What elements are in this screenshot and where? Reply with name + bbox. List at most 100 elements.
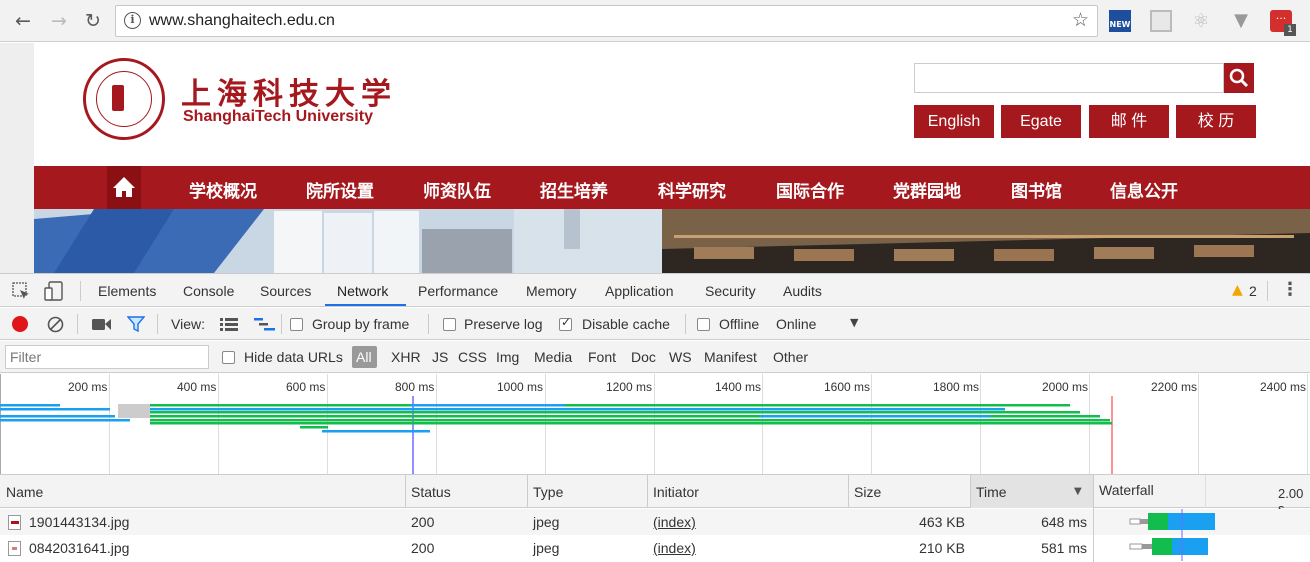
english-button[interactable]: English	[914, 105, 994, 138]
tab-security[interactable]: Security	[705, 283, 756, 299]
calendar-button[interactable]: 校 历	[1176, 105, 1256, 138]
more-menu-icon[interactable]: ⋮	[1281, 279, 1299, 300]
offline-label[interactable]: Offline	[719, 316, 759, 332]
sort-descending-icon[interactable]: ▼	[1074, 486, 1082, 497]
forward-arrow-icon[interactable]: →	[46, 9, 72, 33]
filter-type-font[interactable]: Font	[588, 349, 616, 365]
column-header-time[interactable]: Time	[976, 484, 1007, 500]
device-toolbar-icon[interactable]	[44, 281, 64, 301]
request-initiator-link[interactable]: (index)	[653, 540, 696, 556]
hide-data-urls-label[interactable]: Hide data URLs	[244, 349, 343, 365]
tab-sources[interactable]: Sources	[260, 283, 311, 299]
filter-funnel-icon[interactable]	[127, 316, 145, 333]
nav-admissions[interactable]: 招生培养	[540, 177, 608, 202]
record-icon[interactable]	[12, 316, 28, 332]
clear-icon[interactable]	[47, 316, 64, 333]
chat-extension-icon[interactable]: ··· 1	[1270, 10, 1296, 36]
tab-audits[interactable]: Audits	[783, 283, 822, 299]
nav-party[interactable]: 党群园地	[893, 177, 961, 202]
waterfall-bar[interactable]	[1094, 535, 1310, 561]
request-name[interactable]: 0842031641.jpg	[29, 540, 129, 556]
tab-performance[interactable]: Performance	[418, 283, 498, 299]
mail-button[interactable]: 邮 件	[1089, 105, 1169, 138]
nav-about[interactable]: 学校概况	[189, 177, 257, 202]
filter-type-all[interactable]: All	[352, 346, 377, 368]
column-divider[interactable]	[848, 475, 849, 508]
filter-type-other[interactable]: Other	[773, 349, 808, 365]
throttle-select[interactable]: Online	[776, 316, 816, 332]
filter-type-ws[interactable]: WS	[669, 349, 692, 365]
nav-faculty[interactable]: 师资队伍	[423, 177, 491, 202]
tablet-extension-icon[interactable]	[1150, 10, 1172, 32]
tab-elements[interactable]: Elements	[98, 283, 156, 299]
hide-data-urls-checkbox[interactable]	[222, 351, 235, 364]
nav-schools[interactable]: 院所设置	[306, 177, 374, 202]
tab-console[interactable]: Console	[183, 283, 234, 299]
search-icon	[1229, 68, 1249, 88]
egate-button[interactable]: Egate	[1001, 105, 1081, 138]
disable-cache-checkbox[interactable]	[559, 315, 572, 331]
warning-count[interactable]: 2	[1249, 283, 1257, 299]
info-icon[interactable]: i	[124, 12, 141, 29]
hero-banner-image[interactable]	[34, 209, 1310, 273]
university-name-cn[interactable]: 上海科技大学	[181, 69, 397, 113]
waterfall-overview-icon[interactable]	[254, 318, 276, 332]
preserve-log-label[interactable]: Preserve log	[464, 316, 543, 332]
tab-application[interactable]: Application	[605, 283, 674, 299]
site-search-button[interactable]	[1224, 63, 1254, 93]
chevron-down-icon[interactable]: ▼	[850, 316, 858, 329]
image-file-icon	[8, 515, 21, 530]
group-by-frame-checkbox[interactable]	[290, 318, 303, 331]
column-header-status[interactable]: Status	[411, 484, 451, 500]
request-name[interactable]: 1901443134.jpg	[29, 514, 129, 530]
university-name-en[interactable]: ShanghaiTech University	[183, 108, 373, 126]
column-header-waterfall[interactable]: Waterfall	[1099, 482, 1154, 498]
site-search-input[interactable]	[914, 63, 1224, 93]
column-header-name[interactable]: Name	[6, 484, 43, 500]
column-divider[interactable]	[527, 475, 528, 508]
back-arrow-icon[interactable]: ←	[10, 9, 36, 33]
screenshot-camera-icon[interactable]	[92, 318, 112, 331]
vue-extension-icon[interactable]: ▼	[1230, 10, 1252, 32]
university-seal-logo[interactable]	[83, 58, 165, 140]
home-button[interactable]	[107, 166, 141, 209]
column-header-initiator[interactable]: Initiator	[653, 484, 699, 500]
disable-cache-label[interactable]: Disable cache	[582, 316, 670, 332]
column-divider[interactable]	[647, 475, 648, 508]
bookmark-star-icon[interactable]: ☆	[1072, 9, 1089, 31]
request-initiator-link[interactable]: (index)	[653, 514, 696, 530]
filter-type-doc[interactable]: Doc	[631, 349, 656, 365]
filter-type-js[interactable]: JS	[432, 349, 448, 365]
filter-type-manifest[interactable]: Manifest	[704, 349, 757, 365]
nav-research[interactable]: 科学研究	[658, 177, 726, 202]
table-row[interactable]: 1901443134.jpg 200 jpeg (index) 463 KB 6…	[0, 509, 1310, 535]
react-extension-icon[interactable]: ⚛	[1190, 10, 1212, 32]
address-bar[interactable]: i www.shanghaitech.edu.cn ☆	[115, 5, 1098, 37]
reload-icon[interactable]: ↻	[80, 9, 106, 33]
inspect-element-icon[interactable]	[12, 282, 30, 300]
warning-icon[interactable]: ▲	[1232, 282, 1243, 298]
waterfall-bar[interactable]	[1094, 509, 1310, 535]
filter-type-css[interactable]: CSS	[458, 349, 487, 365]
nav-international[interactable]: 国际合作	[776, 177, 844, 202]
filter-input[interactable]: Filter	[5, 345, 209, 369]
column-divider[interactable]	[1093, 475, 1094, 508]
preserve-log-checkbox[interactable]	[443, 318, 456, 331]
filter-type-xhr[interactable]: XHR	[391, 349, 421, 365]
offline-checkbox[interactable]	[697, 318, 710, 331]
table-row[interactable]: 0842031641.jpg 200 jpeg (index) 210 KB 5…	[0, 535, 1310, 561]
request-size: 210 KB	[919, 540, 965, 556]
nav-info[interactable]: 信息公开	[1110, 177, 1178, 202]
large-rows-icon[interactable]	[220, 318, 238, 331]
filter-type-img[interactable]: Img	[496, 349, 519, 365]
network-overview-timeline[interactable]: 200 ms 400 ms 600 ms 800 ms 1000 ms 1200…	[0, 374, 1310, 475]
filter-type-media[interactable]: Media	[534, 349, 572, 365]
nav-library[interactable]: 图书馆	[1011, 177, 1062, 202]
news-extension-icon[interactable]: NEW	[1109, 10, 1131, 32]
column-divider[interactable]	[405, 475, 406, 508]
column-header-size[interactable]: Size	[854, 484, 881, 500]
tab-network[interactable]: Network	[337, 283, 388, 299]
group-by-frame-label[interactable]: Group by frame	[312, 316, 409, 332]
column-header-type[interactable]: Type	[533, 484, 563, 500]
tab-memory[interactable]: Memory	[526, 283, 577, 299]
